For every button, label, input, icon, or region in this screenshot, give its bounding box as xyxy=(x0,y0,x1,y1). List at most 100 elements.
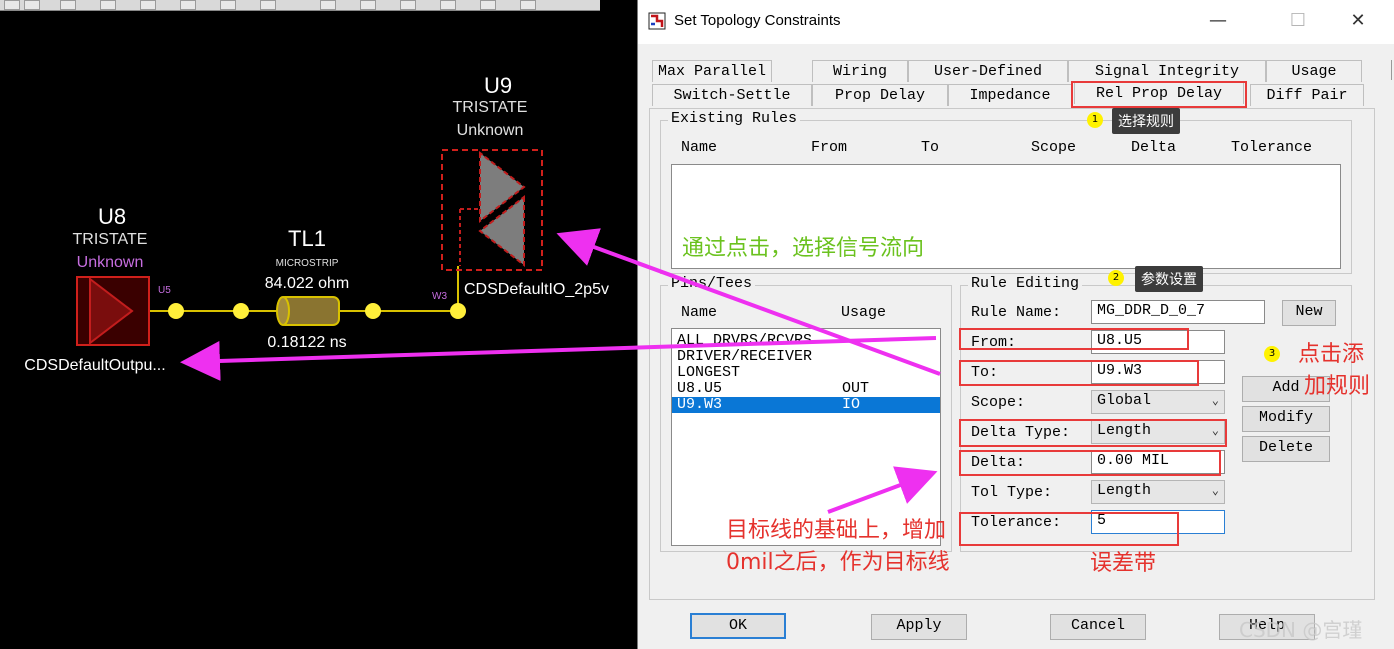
toolbar-button[interactable] xyxy=(400,0,416,10)
step-2-badge: 2 xyxy=(1108,270,1124,286)
pin-usage: IO xyxy=(842,396,861,413)
pin-name: U8.U5 xyxy=(677,380,723,397)
chevron-down-icon: ⌄ xyxy=(1211,394,1219,408)
tab-max-parallel[interactable]: Max Parallel xyxy=(652,60,772,82)
watermark: CSDN @宫瑾 xyxy=(1239,618,1363,642)
u9-status: Unknown xyxy=(456,122,524,139)
pin-name: ALL DRVRS/RCVRS xyxy=(677,332,813,349)
highlight-delta-type xyxy=(959,419,1227,447)
chevron-down-icon: ⌄ xyxy=(1211,484,1219,498)
highlight-to xyxy=(959,360,1199,386)
step-2-tip: 参数设置 xyxy=(1135,266,1203,292)
scope-select[interactable]: Global ⌄ xyxy=(1091,390,1225,414)
highlight-from xyxy=(959,328,1189,350)
net-node[interactable] xyxy=(168,303,184,319)
toolbar-button[interactable] xyxy=(260,0,276,10)
tl1-ref: TL1 xyxy=(288,226,326,251)
ok-button[interactable]: OK xyxy=(690,613,786,639)
signal-flow-note: 通过点击，选择信号流向 xyxy=(682,236,925,261)
col-name: Name xyxy=(681,139,718,156)
click-add-note-1: 点击添 xyxy=(1298,342,1365,367)
pin-name: DRIVER/RECEIVER xyxy=(677,348,813,365)
tab-switch-settle[interactable]: Switch-Settle xyxy=(652,84,812,106)
u9-type: TRISTATE xyxy=(452,99,528,116)
u8-status: Unknown xyxy=(76,254,144,271)
rule-name-label: Rule Name: xyxy=(971,304,1062,321)
modify-button[interactable]: Modify xyxy=(1242,406,1330,432)
step-1-tip: 选择规则 xyxy=(1112,108,1180,134)
tol-type-label: Tol Type: xyxy=(971,484,1053,501)
toolbar-button[interactable] xyxy=(100,0,116,10)
net-node[interactable] xyxy=(365,303,381,319)
highlight-delta xyxy=(959,450,1221,476)
toolbar-button[interactable] xyxy=(360,0,376,10)
cancel-button[interactable]: Cancel xyxy=(1050,614,1146,640)
toolbar-button[interactable] xyxy=(60,0,76,10)
pin-name: U9.W3 xyxy=(677,396,723,413)
list-item[interactable]: U8.U5 OUT xyxy=(672,381,940,397)
tl1-delay: 0.18122 ns xyxy=(267,334,347,351)
tab-diff-pair[interactable]: Diff Pair xyxy=(1250,84,1364,106)
tab-wiring[interactable]: Wiring xyxy=(812,60,908,82)
step-1-badge: 1 xyxy=(1087,112,1103,128)
col-pin-name: Name xyxy=(681,304,718,321)
toolbar-button[interactable] xyxy=(4,0,20,10)
scope-value: Global xyxy=(1097,392,1152,409)
tol-type-value: Length xyxy=(1097,482,1152,499)
net-node[interactable] xyxy=(233,303,249,319)
u9-model: CDSDefaultIO_2p5v xyxy=(464,281,609,298)
apply-button[interactable]: Apply xyxy=(871,614,967,640)
u8-type: TRISTATE xyxy=(72,231,148,248)
net-node[interactable] xyxy=(450,303,466,319)
toolbar-button[interactable] xyxy=(320,0,336,10)
tab-usage[interactable]: Usage xyxy=(1266,60,1362,82)
list-item[interactable]: LONGEST xyxy=(672,365,940,381)
tab-impedance[interactable]: Impedance xyxy=(948,84,1072,106)
toolbar-button[interactable] xyxy=(220,0,236,10)
step-3-badge: 3 xyxy=(1264,346,1280,362)
delete-button[interactable]: Delete xyxy=(1242,436,1330,462)
tab-signal-integrity[interactable]: Signal Integrity xyxy=(1068,60,1266,82)
dialog-titlebar: Set Topology Constraints — ☐ ✕ xyxy=(638,0,1394,44)
tolerance-band-note: 误差带 xyxy=(1090,551,1157,576)
pins-tees-label: Pins/Tees xyxy=(668,275,756,292)
tab-user-defined[interactable]: User-Defined xyxy=(908,60,1068,82)
schematic-toolbar xyxy=(0,0,600,11)
existing-rules-label: Existing Rules xyxy=(668,110,801,127)
minimize-icon[interactable]: — xyxy=(1198,10,1238,31)
tab-prop-delay[interactable]: Prop Delay xyxy=(812,84,948,106)
scope-label: Scope: xyxy=(971,394,1026,411)
pin-usage: OUT xyxy=(842,380,870,397)
tl1-type: MICROSTRIP xyxy=(275,258,339,269)
u8-ref: U8 xyxy=(97,204,127,229)
toolbar-button[interactable] xyxy=(180,0,196,10)
col-scope: Scope xyxy=(1031,139,1077,156)
rule-editing-label: Rule Editing xyxy=(968,275,1083,292)
col-from: From xyxy=(811,139,848,156)
u8-model: CDSDefaultOutpu... xyxy=(24,357,166,374)
toolbar-button[interactable] xyxy=(140,0,156,10)
schematic-canvas[interactable]: U8 TRISTATE Unknown U5 CDSDefaultOutpu..… xyxy=(0,11,637,649)
pin-name: LONGEST xyxy=(677,364,741,381)
rule-name-field[interactable]: MG_DDR_D_0_7 xyxy=(1091,300,1265,324)
target-line-note-2: 0mil之后，作为目标线 xyxy=(726,550,950,575)
close-icon[interactable]: ✕ xyxy=(1338,10,1378,31)
tl1-impedance: 84.022 ohm xyxy=(264,275,350,292)
col-to: To xyxy=(921,139,940,156)
list-item[interactable]: ALL DRVRS/RCVRS xyxy=(672,333,940,349)
toolbar-button[interactable] xyxy=(24,0,40,10)
dialog-title: Set Topology Constraints xyxy=(674,12,841,29)
list-item[interactable]: DRIVER/RECEIVER xyxy=(672,349,940,365)
col-tolerance: Tolerance xyxy=(1231,139,1313,156)
highlight-tolerance xyxy=(959,512,1179,546)
maximize-icon[interactable]: ☐ xyxy=(1278,10,1318,31)
col-pin-usage: Usage xyxy=(841,304,887,321)
u9-pin-label: W3 xyxy=(432,291,447,302)
list-item-selected[interactable]: U9.W3 IO xyxy=(672,397,940,413)
toolbar-button[interactable] xyxy=(440,0,456,10)
highlight-rel-prop-delay xyxy=(1071,81,1247,108)
new-button[interactable]: New xyxy=(1282,300,1336,326)
tol-type-select[interactable]: Length ⌄ xyxy=(1091,480,1225,504)
toolbar-button[interactable] xyxy=(520,0,536,10)
toolbar-button[interactable] xyxy=(480,0,496,10)
